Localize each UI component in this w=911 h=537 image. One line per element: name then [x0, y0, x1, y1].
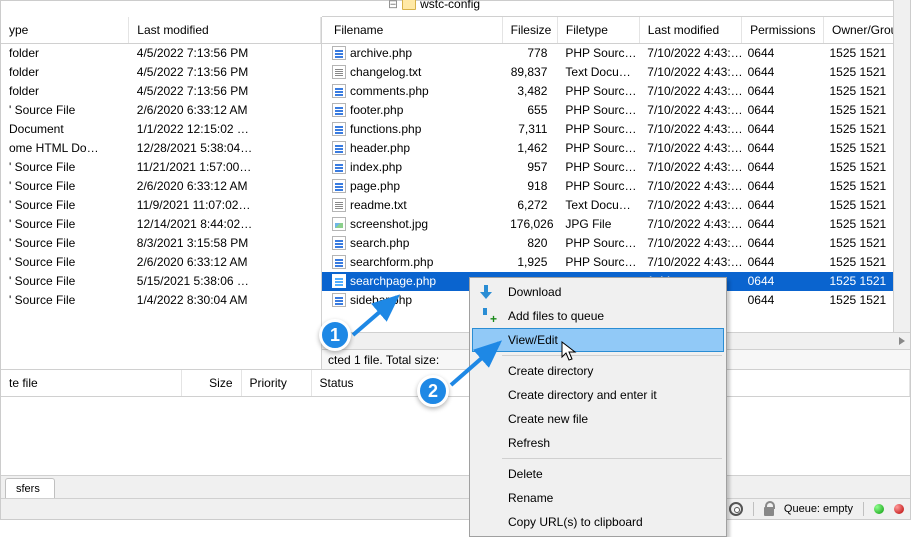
- txt-file-icon: [332, 198, 346, 212]
- menu-delete[interactable]: Delete: [472, 462, 724, 486]
- col-filetype[interactable]: ype: [1, 17, 129, 44]
- table-row[interactable]: folder4/5/2022 7:13:56 PM: [1, 63, 321, 82]
- local-file-list[interactable]: ype Last modified folder4/5/2022 7:13:56…: [1, 17, 322, 369]
- table-row[interactable]: footer.php655PHP Sourc…7/10/2022 4:43:…0…: [322, 101, 910, 120]
- table-row[interactable]: ' Source File1/4/2022 8:30:04 AM: [1, 291, 321, 310]
- folder-icon: [402, 0, 416, 10]
- menu-copy-urls[interactable]: Copy URL(s) to clipboard: [472, 510, 724, 534]
- table-row[interactable]: functions.php7,311PHP Sourc…7/10/2022 4:…: [322, 120, 910, 139]
- table-row[interactable]: changelog.txt89,837Text Docu…7/10/2022 4…: [322, 63, 910, 82]
- table-row[interactable]: ' Source File8/3/2021 3:15:58 PM: [1, 234, 321, 253]
- tree-scrollbar[interactable]: [893, 0, 910, 17]
- queue-col-priority[interactable]: Priority: [241, 370, 311, 397]
- led-green-icon: [874, 504, 884, 514]
- col-filename[interactable]: Filename: [322, 17, 502, 44]
- table-row[interactable]: ome HTML Do…12/28/2021 5:38:04…: [1, 139, 321, 158]
- php-file-icon: [332, 46, 346, 60]
- php-file-icon: [332, 274, 346, 288]
- table-row[interactable]: header.php1,462PHP Sourc…7/10/2022 4:43:…: [322, 139, 910, 158]
- menu-create-new-file[interactable]: Create new file: [472, 407, 724, 431]
- php-file-icon: [332, 103, 346, 117]
- table-row[interactable]: Document1/1/2022 12:15:02 …: [1, 120, 321, 139]
- table-row[interactable]: page.php918PHP Sourc…7/10/2022 4:43:…064…: [322, 177, 910, 196]
- table-row[interactable]: screenshot.jpg176,026JPG File7/10/2022 4…: [322, 215, 910, 234]
- table-row[interactable]: folder4/5/2022 7:13:56 PM: [1, 82, 321, 101]
- php-file-icon: [332, 236, 346, 250]
- table-row[interactable]: index.php957PHP Sourc…7/10/2022 4:43:…06…: [322, 158, 910, 177]
- table-row[interactable]: ' Source File12/14/2021 8:44:02…: [1, 215, 321, 234]
- tree-folder-label[interactable]: wstc-config: [420, 0, 480, 11]
- col-filetype[interactable]: Filetype: [557, 17, 639, 44]
- gear-icon[interactable]: [729, 502, 743, 516]
- annotation-callout-1: 1: [319, 319, 351, 351]
- table-row[interactable]: ' Source File11/21/2021 1:57:00…: [1, 158, 321, 177]
- table-row[interactable]: comments.php3,482PHP Sourc…7/10/2022 4:4…: [322, 82, 910, 101]
- table-row[interactable]: ' Source File5/15/2021 5:38:06 …: [1, 272, 321, 291]
- php-file-icon: [332, 255, 346, 269]
- tab-transfers[interactable]: sfers: [5, 478, 55, 499]
- menu-rename[interactable]: Rename: [472, 486, 724, 510]
- bottom-tab-bar: sfers: [1, 475, 910, 498]
- table-row[interactable]: folder4/5/2022 7:13:56 PM: [1, 44, 321, 63]
- menu-download[interactable]: Download: [472, 280, 724, 304]
- led-red-icon: [894, 504, 904, 514]
- annotation-callout-2: 2: [417, 375, 449, 407]
- table-row[interactable]: ' Source File11/9/2021 11:07:02…: [1, 196, 321, 215]
- lock-icon[interactable]: [764, 507, 774, 516]
- col-permissions[interactable]: Permissions: [742, 17, 824, 44]
- table-row[interactable]: ' Source File2/6/2020 6:33:12 AM: [1, 253, 321, 272]
- status-bar: Queue: empty: [1, 498, 910, 519]
- context-menu: Download Add files to queue View/Edit Cr…: [469, 277, 727, 537]
- queue-col-size[interactable]: Size: [181, 370, 241, 397]
- table-row[interactable]: archive.php778PHP Sourc…7/10/2022 4:43:……: [322, 44, 910, 63]
- jpg-file-icon: [332, 217, 346, 231]
- table-row[interactable]: searchform.php1,925PHP Sourc…7/10/2022 4…: [322, 253, 910, 272]
- annotation-arrow-1: [349, 291, 405, 341]
- queue-status-label: Queue: empty: [784, 503, 853, 515]
- menu-refresh[interactable]: Refresh: [472, 431, 724, 455]
- download-icon: [478, 283, 496, 301]
- table-row[interactable]: ' Source File2/6/2020 6:33:12 AM: [1, 177, 321, 196]
- annotation-arrow-2: [447, 337, 507, 391]
- table-row[interactable]: readme.txt6,272Text Docu…7/10/2022 4:43:…: [322, 196, 910, 215]
- add-queue-icon: [478, 307, 496, 325]
- php-file-icon: [332, 84, 346, 98]
- col-filesize[interactable]: Filesize: [502, 17, 557, 44]
- txt-file-icon: [332, 65, 346, 79]
- menu-add-files-to-queue[interactable]: Add files to queue: [472, 304, 724, 328]
- php-file-icon: [332, 122, 346, 136]
- queue-col-file[interactable]: te file: [1, 370, 181, 397]
- menu-create-directory-enter[interactable]: Create directory and enter it: [472, 383, 724, 407]
- php-file-icon: [332, 293, 346, 307]
- table-row[interactable]: ' Source File2/6/2020 6:33:12 AM: [1, 101, 321, 120]
- col-last-modified[interactable]: Last modified: [639, 17, 741, 44]
- table-row[interactable]: search.php820PHP Sourc…7/10/2022 4:43:…0…: [322, 234, 910, 253]
- remote-scrollbar-vertical[interactable]: [893, 17, 910, 332]
- php-file-icon: [332, 141, 346, 155]
- php-file-icon: [332, 160, 346, 174]
- menu-view-edit[interactable]: View/Edit: [472, 328, 724, 352]
- php-file-icon: [332, 179, 346, 193]
- col-last-modified[interactable]: Last modified: [129, 17, 321, 44]
- menu-create-directory[interactable]: Create directory: [472, 359, 724, 383]
